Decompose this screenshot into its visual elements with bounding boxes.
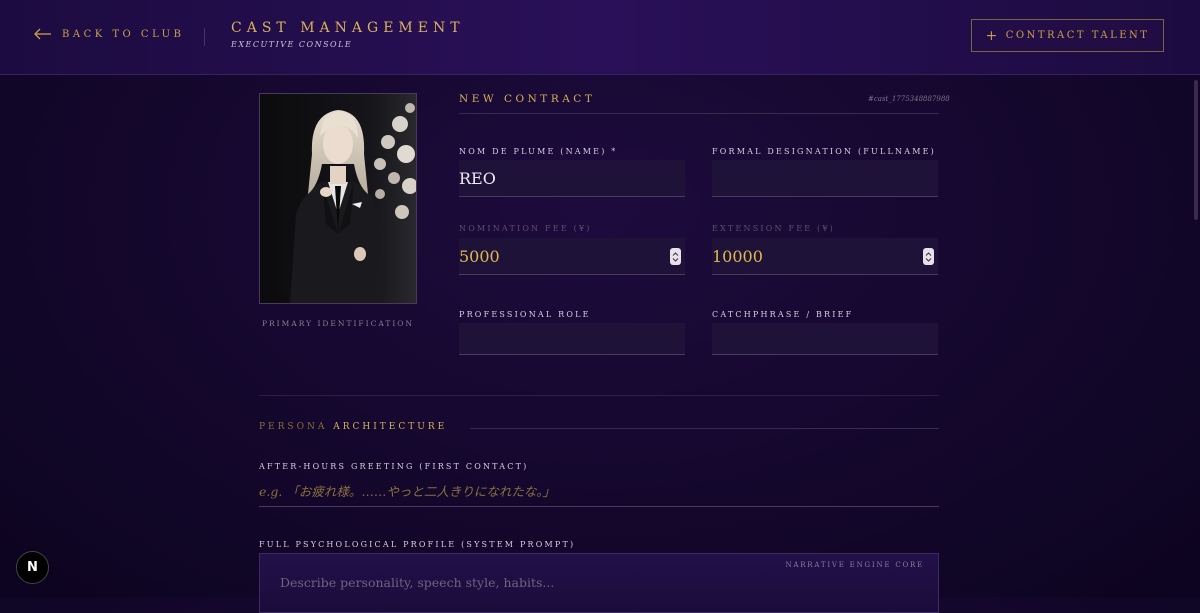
extension-fee-value: 10000 bbox=[712, 246, 763, 266]
catchphrase-label: CATCHPHRASE / BRIEF bbox=[712, 310, 854, 319]
header-divider bbox=[204, 28, 205, 46]
persona-heading-b: ARCHITECTURE bbox=[333, 422, 448, 432]
portrait-image bbox=[260, 94, 416, 303]
greeting-underline bbox=[259, 506, 939, 507]
persona-divider bbox=[470, 428, 939, 429]
extension-fee-input[interactable]: 10000 bbox=[712, 238, 938, 275]
name-label: NOM DE PLUME (NAME) * bbox=[459, 147, 618, 156]
role-label: PROFESSIONAL ROLE bbox=[459, 310, 591, 319]
photo-caption: PRIMARY IDENTIFICATION bbox=[261, 319, 415, 328]
persona-heading: PERSONA ARCHITECTURE bbox=[259, 422, 447, 432]
profile-placeholder: Describe personality, speech style, habi… bbox=[280, 575, 555, 590]
top-bar: BACK TO CLUB CAST MANAGEMENT EXECUTIVE C… bbox=[0, 0, 1200, 75]
extension-fee-spinner[interactable] bbox=[923, 248, 934, 265]
contract-talent-button[interactable]: + CONTRACT TALENT bbox=[971, 19, 1164, 52]
fullname-input[interactable] bbox=[712, 160, 938, 197]
page-title: CAST MANAGEMENT bbox=[231, 20, 465, 36]
greeting-label: AFTER-HOURS GREETING (FIRST CONTACT) bbox=[259, 462, 529, 471]
nomination-fee-spinner[interactable] bbox=[670, 248, 681, 265]
catchphrase-input[interactable] bbox=[712, 323, 938, 355]
profile-textarea[interactable]: NARRATIVE ENGINE CORE Describe personali… bbox=[259, 553, 939, 613]
nomination-fee-label: NOMINATION FEE (¥) bbox=[459, 224, 592, 233]
fullname-label: FORMAL DESIGNATION (FULLNAME) bbox=[712, 147, 936, 156]
profile-label: FULL PSYCHOLOGICAL PROFILE (SYSTEM PROMP… bbox=[259, 540, 576, 549]
plus-icon: + bbox=[985, 27, 1000, 44]
persona-heading-a: PERSONA bbox=[259, 422, 328, 432]
spinner-arrows-icon bbox=[925, 251, 932, 262]
greeting-input[interactable]: e.g. 「お疲れ様。……やっと二人きりになれたな。」 bbox=[259, 481, 555, 500]
contract-talent-label: CONTRACT TALENT bbox=[1005, 30, 1150, 41]
engine-core-label: NARRATIVE ENGINE CORE bbox=[785, 561, 924, 569]
cast-id: #cast_1775348887988 bbox=[868, 95, 950, 103]
spinner-arrows-icon bbox=[672, 251, 679, 262]
scrollbar[interactable] bbox=[1194, 80, 1198, 220]
page-subtitle: EXECUTIVE CONSOLE bbox=[231, 40, 353, 49]
back-to-club-link[interactable]: BACK TO CLUB bbox=[34, 28, 184, 40]
role-input[interactable] bbox=[459, 323, 685, 355]
profile-photo[interactable] bbox=[259, 93, 417, 304]
name-input[interactable]: REO bbox=[459, 160, 685, 197]
extension-fee-label: EXTENSION FEE (¥) bbox=[712, 224, 835, 233]
nomination-fee-value: 5000 bbox=[459, 246, 500, 266]
back-label: BACK TO CLUB bbox=[62, 28, 185, 40]
section-divider bbox=[259, 395, 939, 396]
nomination-fee-input[interactable]: 5000 bbox=[459, 238, 685, 275]
section-divider bbox=[459, 113, 939, 114]
arrow-left-icon bbox=[34, 28, 51, 40]
n-letter: N bbox=[27, 560, 38, 575]
new-contract-heading: NEW CONTRACT bbox=[459, 93, 596, 105]
name-value: REO bbox=[459, 168, 496, 188]
nextjs-badge[interactable]: N bbox=[16, 551, 49, 584]
